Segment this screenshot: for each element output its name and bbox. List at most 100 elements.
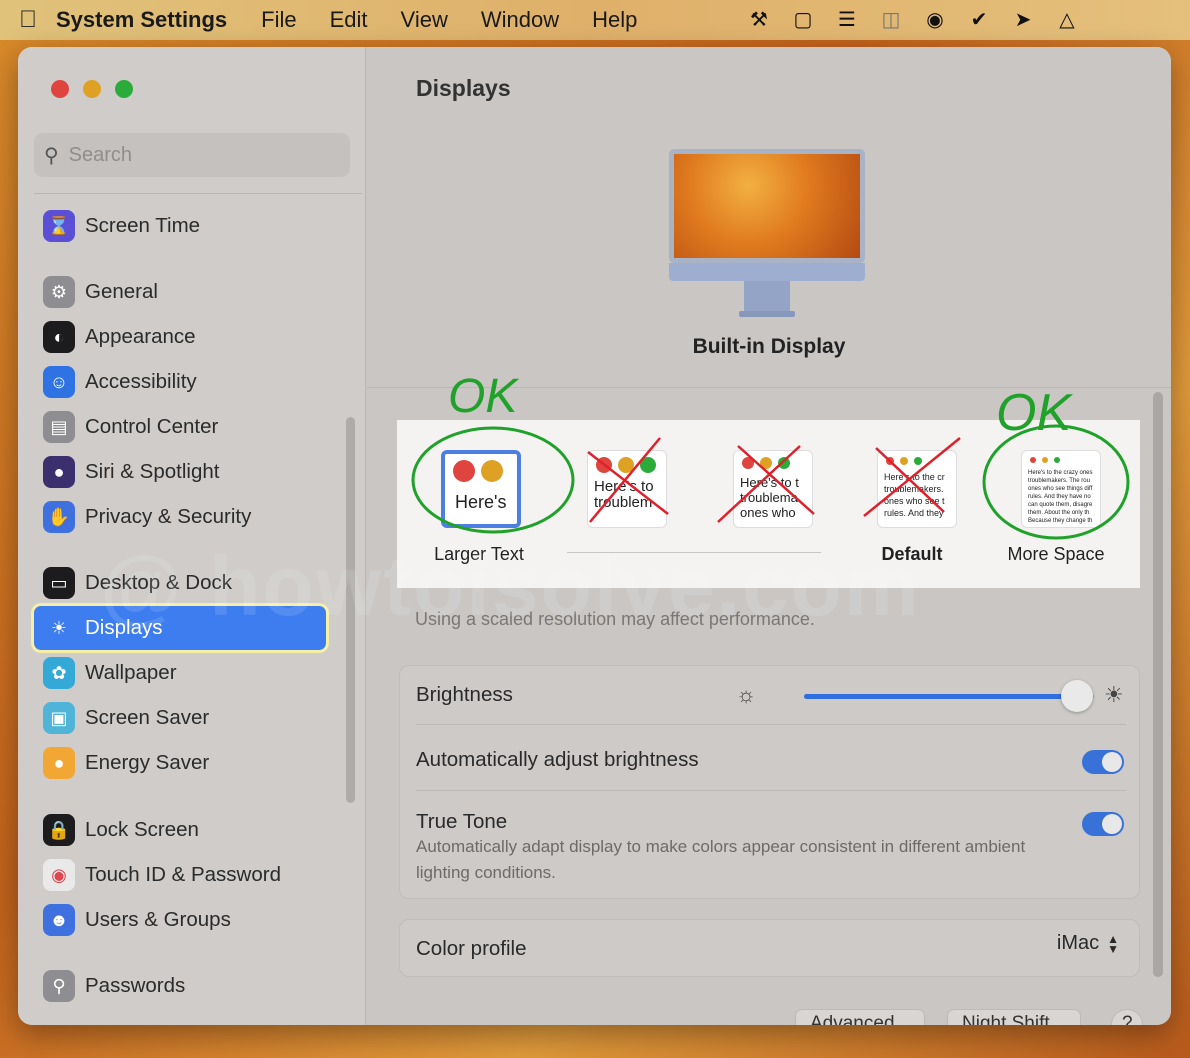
sidebar-item-lock-screen[interactable]: 🔒 Lock Screen	[34, 808, 326, 852]
sun-icon: ☀	[50, 617, 68, 638]
imac-screen	[669, 149, 865, 263]
users-icon: ☻	[43, 904, 75, 936]
window-dot	[618, 457, 634, 473]
status-icons: ⚒ ▢ ☰ ◫ ◉ ✔ ➤ △	[744, 4, 1082, 34]
window-dot	[914, 457, 922, 465]
checkmark-badge-icon[interactable]: ✔	[964, 4, 994, 34]
menu-window[interactable]: Window	[481, 7, 559, 33]
stack-icon[interactable]: ☰	[832, 4, 862, 34]
sidebar-item-users-groups[interactable]: ☻ Users & Groups	[34, 898, 326, 942]
imac-foot	[739, 311, 795, 317]
menu-file[interactable]: File	[261, 7, 296, 33]
row-divider	[416, 724, 1126, 725]
sidebar-item-label: Accessibility	[85, 370, 197, 393]
zoom-button[interactable]	[115, 80, 133, 98]
resolution-option-5[interactable]: Here's to the crazy ones troublemakers. …	[1021, 450, 1101, 528]
sidebar-divider	[34, 193, 362, 194]
sidebar-item-wallpaper[interactable]: ✿ Wallpaper	[34, 651, 326, 695]
minimize-button[interactable]	[83, 80, 101, 98]
auto-brightness-toggle[interactable]	[1082, 750, 1124, 774]
window-dots	[1022, 451, 1100, 469]
sidebar: ⚲ ⌛ Screen Time ⚙ General ◐ Appearance ☺ Access…	[18, 47, 366, 1025]
hand-icon: ✋	[43, 501, 75, 533]
menu-view[interactable]: View	[401, 7, 448, 33]
window-dot	[640, 457, 656, 473]
window-dot	[778, 457, 790, 469]
resolution-preview-text: Here's to the cr troublemakers. ones who…	[884, 472, 945, 518]
control-center-icon: ▤	[43, 411, 75, 443]
sidebar-item-label: Appearance	[85, 325, 196, 348]
sidebar-item-accessibility[interactable]: ☺ Accessibility	[34, 360, 326, 404]
sidebar-item-label: Energy Saver	[85, 751, 210, 774]
sidebar-item-label: Touch ID & Password	[85, 863, 281, 886]
arrow-icon[interactable]: ➤	[1008, 4, 1038, 34]
advanced-button[interactable]: Advanced...	[795, 1009, 926, 1025]
window-controls	[51, 80, 133, 98]
sidebar-item-touch-id-password[interactable]: ◉ Touch ID & Password	[34, 853, 326, 897]
grammarly-icon[interactable]: ◉	[920, 4, 950, 34]
section-divider	[367, 387, 1171, 388]
brightness-card: Brightness ☼ ☀ Automatically adjust brig…	[399, 665, 1140, 899]
sidebar-item-label: Passwords	[85, 974, 186, 997]
window-dot	[760, 457, 772, 469]
sidebar-item-passwords[interactable]: ⚲ Passwords	[34, 964, 326, 1008]
resolution-option-2[interactable]: Here's to troublem	[587, 450, 667, 528]
fingerprint-icon: ◉	[43, 859, 75, 891]
screen-record-icon[interactable]: ▢	[788, 4, 818, 34]
brightness-slider[interactable]	[804, 680, 1094, 712]
main-scrollbar[interactable]	[1153, 392, 1163, 977]
sidebar-toggle-icon[interactable]: ◫	[876, 4, 906, 34]
window-dot	[453, 460, 475, 482]
resolution-option-1[interactable]: Here's	[441, 450, 521, 528]
window-dot	[481, 460, 503, 482]
resolution-preview-text: Here's	[455, 492, 507, 512]
close-button[interactable]	[51, 80, 69, 98]
app-name-menu[interactable]: System Settings	[56, 7, 227, 33]
watermark-text: @ howtoisolve.com	[100, 539, 921, 633]
true-tone-description: Automatically adapt display to make colo…	[416, 837, 1026, 882]
resolution-option-4[interactable]: Here's to the cr troublemakers. ones who…	[877, 450, 957, 528]
search-field[interactable]: ⚲	[34, 133, 350, 177]
color-profile-label: Color profile	[416, 937, 527, 960]
sidebar-item-screen-saver[interactable]: ▣ Screen Saver	[34, 696, 326, 740]
window-dots	[878, 451, 956, 471]
sidebar-item-privacy-security[interactable]: ✋ Privacy & Security	[34, 495, 326, 539]
window-dots	[734, 451, 812, 475]
sidebar-item-siri-spotlight[interactable]: ● Siri & Spotlight	[34, 450, 326, 494]
toolbox-icon[interactable]: ⚒	[744, 4, 774, 34]
apple-icon[interactable]: 	[0, 6, 56, 34]
sidebar-item-appearance[interactable]: ◐ Appearance	[34, 315, 326, 359]
sidebar-item-general[interactable]: ⚙ General	[34, 270, 326, 314]
sidebar-item-screen-time[interactable]: ⌛ Screen Time	[34, 204, 326, 248]
true-tone-label: True Tone	[416, 810, 508, 833]
menu-help[interactable]: Help	[592, 7, 637, 33]
sidebar-item-label: Screen Time	[85, 214, 201, 237]
color-profile-popup[interactable]: iMac ▲ ▼	[1057, 932, 1119, 955]
resolution-preview-text: Here's to troublem	[594, 478, 654, 511]
sidebar-item-control-center[interactable]: ▤ Control Center	[34, 405, 326, 449]
brightness-label: Brightness	[416, 683, 513, 706]
night-shift-button[interactable]: Night Shift...	[947, 1009, 1081, 1025]
search-icon: ⚲	[44, 144, 59, 167]
menu-edit[interactable]: Edit	[330, 7, 368, 33]
brightness-slider-fill	[804, 694, 1077, 699]
brightness-slider-knob[interactable]	[1060, 680, 1093, 712]
window-dot	[1054, 457, 1060, 463]
drive-icon[interactable]: △	[1052, 4, 1082, 34]
appearance-icon: ◐	[43, 321, 75, 353]
sidebar-item-energy-saver[interactable]: ● Energy Saver	[34, 741, 326, 785]
true-tone-toggle[interactable]	[1082, 812, 1124, 836]
accessibility-icon: ☺	[43, 366, 75, 398]
window-dot	[1042, 457, 1048, 463]
sidebar-item-label: Siri & Spotlight	[85, 460, 220, 483]
sun-bright-icon: ☀	[1104, 682, 1124, 707]
color-profile-value: iMac	[1056, 932, 1100, 954]
search-input[interactable]	[68, 143, 319, 167]
imac-stand	[744, 281, 790, 311]
imac-chin	[669, 263, 865, 281]
imac-display-image	[669, 149, 865, 317]
hourglass-icon: ⌛	[43, 210, 75, 242]
resolution-option-3[interactable]: Here's to t troublema ones who	[733, 450, 813, 528]
help-button[interactable]: ?	[1111, 1009, 1143, 1025]
window-dot	[596, 457, 612, 473]
